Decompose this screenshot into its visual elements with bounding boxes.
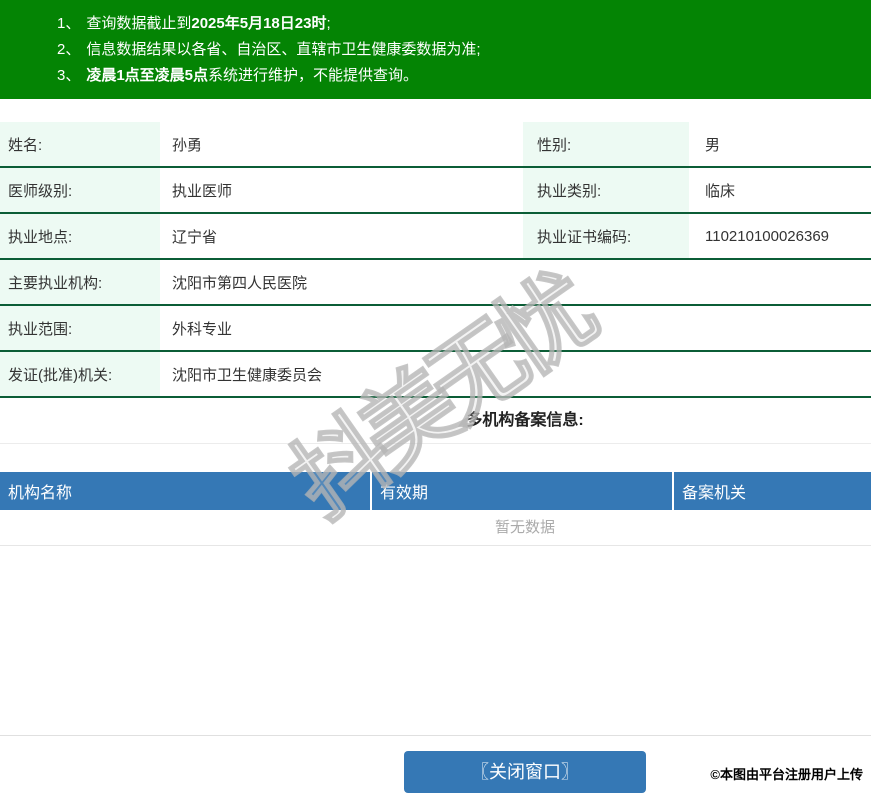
practice-location-label: 执业地点: xyxy=(0,214,160,258)
org-table-header-validity: 有效期 xyxy=(372,472,674,510)
org-table-header-authority: 备案机关 xyxy=(682,485,747,502)
credit-watermark: ©本图由平台注册用户上传 xyxy=(710,767,863,782)
notice-bold-text: 凌晨1点至凌晨5点 xyxy=(86,67,209,84)
practice-location-value: 辽宁省 xyxy=(172,228,218,246)
notice-line-2: 2、 信息数据结果以各省、自治区、直辖市卫生健康委数据为准; xyxy=(0,37,871,63)
practice-scope-label: 执业范围: xyxy=(0,306,160,350)
notice-line-3: 3、 凌晨1点至凌晨5点系统进行维护，不能提供查询。 xyxy=(0,63,871,89)
page: 1、 查询数据截止到2025年5月18日23时; 2、 信息数据结果以各省、自治区、… xyxy=(0,0,871,793)
table-row: 执业地点: 辽宁省 执业证书编码: 110210100026369 xyxy=(0,214,871,260)
multi-institution-section-title: 多机构备案信息: xyxy=(0,398,871,444)
table-row: 医师级别: 执业医师 执业类别: 临床 xyxy=(0,168,871,214)
notice-bold-text: 2025年5月18日23时 xyxy=(191,15,327,32)
notice-text: ; xyxy=(326,15,331,32)
close-window-button[interactable]: 〖关闭窗口〗 xyxy=(404,751,646,793)
notice-banner: 1、 查询数据截止到2025年5月18日23时; 2、 信息数据结果以各省、自治区、… xyxy=(0,0,871,99)
notice-line-1: 1、 查询数据截止到2025年5月18日23时; xyxy=(0,11,871,37)
doctor-level-value: 执业医师 xyxy=(172,182,233,200)
notice-text: 信息数据结果以各省、自治区、直辖市卫生健康委数据为准; xyxy=(86,41,481,58)
notice-number: 1、 xyxy=(57,15,81,32)
certificate-number-value: 110210100026369 xyxy=(705,227,830,245)
practice-category-label: 执业类别: xyxy=(523,168,689,212)
doctor-level-label: 医师级别: xyxy=(0,168,160,212)
main-institution-value: 沈阳市第四人民医院 xyxy=(172,274,308,292)
table-row: 姓名: 孙勇 性别: 男 xyxy=(0,122,871,168)
notice-text: 查询数据截止到 xyxy=(86,15,192,32)
practice-scope-value: 外科专业 xyxy=(172,320,233,338)
notice-text: 系统进行维护，不能提供查询。 xyxy=(208,67,419,84)
table-row: 发证(批准)机关: 沈阳市卫生健康委员会 xyxy=(0,352,871,398)
practitioner-info-table: 姓名: 孙勇 性别: 男 医师级别: 执业医师 执业类别: 临床 执业地点: 辽… xyxy=(0,122,871,398)
table-row: 主要执业机构: 沈阳市第四人民医院 xyxy=(0,260,871,306)
gender-value: 男 xyxy=(705,136,721,154)
issuing-authority-label: 发证(批准)机关: xyxy=(0,352,160,396)
table-row: 执业范围: 外科专业 xyxy=(0,306,871,352)
footer-divider xyxy=(0,735,871,736)
name-value: 孙勇 xyxy=(172,136,203,154)
practice-category-value: 临床 xyxy=(705,182,736,200)
issuing-authority-value: 沈阳市卫生健康委员会 xyxy=(172,366,323,384)
gender-label: 性别: xyxy=(523,122,689,166)
name-label: 姓名: xyxy=(0,122,160,166)
empty-data-text: 暂无数据 xyxy=(0,510,871,546)
notice-number: 2、 xyxy=(57,41,81,58)
org-table-header-row: 机构名称 有效期 备案机关 xyxy=(0,472,871,510)
notice-number: 3、 xyxy=(57,67,81,84)
certificate-number-label: 执业证书编码: xyxy=(523,214,689,258)
main-institution-label: 主要执业机构: xyxy=(0,260,160,304)
org-table-header-institution: 机构名称 xyxy=(0,472,372,510)
